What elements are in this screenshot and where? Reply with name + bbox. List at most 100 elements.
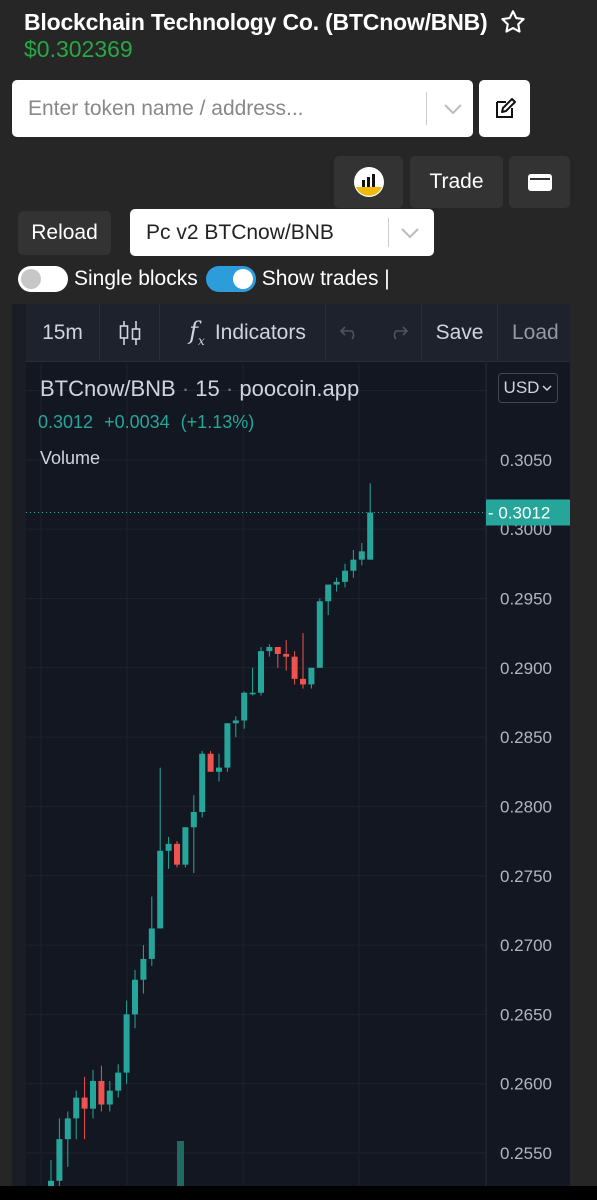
token-search[interactable] bbox=[12, 80, 473, 137]
show-trades-label: Show trades | bbox=[261, 267, 390, 290]
candle-body bbox=[216, 767, 222, 772]
candle-body bbox=[90, 1080, 96, 1109]
candlestick-chart[interactable]: 0.31000.30500.30000.29500.29000.28500.28… bbox=[26, 363, 570, 1186]
legend-change-pct: (+1.13%) bbox=[180, 412, 255, 432]
candle-body bbox=[283, 653, 290, 657]
candle-body bbox=[358, 551, 365, 560]
search-input[interactable] bbox=[12, 80, 412, 137]
chevron-down-icon bbox=[542, 385, 552, 392]
legend-last: 0.3012 bbox=[38, 412, 94, 432]
price-tick-label: 0.2650 bbox=[500, 1005, 552, 1024]
candle-body bbox=[148, 928, 155, 959]
show-trades-toggle[interactable] bbox=[205, 266, 256, 292]
price-tick-label: 0.2850 bbox=[500, 728, 552, 747]
pair-select-value: Pc v2 BTCnow/BNB bbox=[146, 221, 334, 244]
legend-volume: Volume bbox=[40, 448, 101, 468]
function-icon: fx bbox=[189, 317, 205, 348]
chevron-down-icon[interactable] bbox=[442, 99, 464, 119]
candle-body bbox=[325, 584, 332, 602]
chart-legend-symbol: BTCnow/BNB · 15 · poocoin.app bbox=[40, 376, 359, 402]
price-tick-label: 0.2950 bbox=[500, 589, 552, 608]
chart-legend-values: 0.3012 +0.0034 (+1.13%) bbox=[38, 412, 260, 433]
price-tick-label: 0.2700 bbox=[500, 936, 552, 955]
candle-body bbox=[350, 559, 357, 571]
candle-body bbox=[249, 692, 256, 695]
candle-body bbox=[199, 753, 206, 812]
price-tick-label: 0.2800 bbox=[500, 797, 552, 816]
candle-body bbox=[56, 1139, 63, 1181]
redo-button[interactable] bbox=[374, 303, 422, 362]
chart-background bbox=[26, 363, 570, 1186]
candle-body bbox=[333, 581, 340, 585]
chart-toolbar: 15m fx Indicators Save Load bbox=[26, 303, 570, 362]
candle-body bbox=[224, 723, 231, 768]
toggle-knob bbox=[232, 269, 253, 289]
candle-body bbox=[140, 958, 147, 980]
candle-body bbox=[182, 827, 189, 865]
candles-icon bbox=[119, 320, 140, 345]
divider bbox=[426, 92, 427, 125]
trade-button[interactable]: Trade bbox=[410, 156, 503, 208]
toggle-row: Single blocks Show trades | bbox=[18, 266, 398, 292]
chevron-down-icon[interactable] bbox=[398, 223, 422, 243]
save-button[interactable]: Save bbox=[422, 303, 498, 362]
legend-symbol: BTCnow/BNB bbox=[40, 376, 176, 401]
legend-interval: 15 bbox=[195, 376, 220, 401]
candle-body bbox=[157, 850, 164, 929]
wallet-button[interactable] bbox=[509, 156, 570, 208]
interval-button[interactable]: 15m bbox=[26, 303, 100, 362]
legend-dot: · bbox=[225, 376, 240, 401]
divider bbox=[388, 218, 389, 247]
toggle-knob bbox=[21, 269, 41, 289]
candle-body bbox=[174, 843, 180, 865]
chart-type-button[interactable] bbox=[100, 303, 160, 362]
candle-body bbox=[266, 646, 273, 652]
single-blocks-toggle[interactable] bbox=[18, 266, 68, 292]
legend-source: poocoin.app bbox=[239, 376, 360, 401]
last-price-text: - 0.3012 bbox=[488, 504, 550, 523]
indicators-button[interactable]: fx Indicators bbox=[160, 303, 326, 362]
price-tick-label: 0.3050 bbox=[500, 451, 552, 470]
system-bottom-bar bbox=[0, 1186, 597, 1200]
candle-body bbox=[81, 1097, 88, 1109]
price-tick-label: 0.2600 bbox=[500, 1075, 552, 1094]
candle-body bbox=[258, 651, 264, 693]
reload-button[interactable]: Reload bbox=[18, 211, 111, 255]
candle-body bbox=[308, 667, 315, 685]
indicators-label: Indicators bbox=[214, 320, 306, 344]
price-tick-label: 0.2750 bbox=[500, 867, 552, 886]
legend-change: +0.0034 bbox=[104, 412, 170, 432]
candle-body bbox=[274, 646, 281, 654]
title-row: Blockchain Technology Co. (BTCnow/BNB) bbox=[24, 8, 527, 36]
candle-body bbox=[115, 1072, 122, 1091]
candle-body bbox=[106, 1090, 113, 1105]
candle-body bbox=[300, 678, 306, 685]
candle-body bbox=[241, 692, 248, 721]
chart-left-strip bbox=[12, 304, 26, 1200]
single-blocks-label: Single blocks bbox=[74, 267, 198, 290]
candle-body bbox=[232, 720, 239, 724]
last-price-label: - 0.3012 bbox=[486, 499, 570, 526]
edit-button[interactable] bbox=[479, 80, 530, 137]
edit-icon bbox=[495, 97, 516, 118]
volume-bar bbox=[177, 1141, 184, 1186]
undo-button[interactable] bbox=[326, 304, 374, 362]
candle-body bbox=[207, 753, 214, 772]
page-title: Blockchain Technology Co. (BTCnow/BNB) bbox=[24, 8, 488, 35]
poocoin-logo-icon bbox=[353, 167, 384, 197]
chart-source-button[interactable] bbox=[334, 156, 403, 208]
candle-body bbox=[123, 1014, 130, 1073]
candle-body bbox=[342, 570, 348, 582]
currency-select[interactable]: USD bbox=[498, 373, 558, 403]
candle-body bbox=[73, 1097, 80, 1119]
pair-select[interactable]: Pc v2 BTCnow/BNB bbox=[130, 209, 434, 256]
candle-body bbox=[367, 512, 374, 560]
candle-body bbox=[190, 811, 197, 828]
candle-body bbox=[316, 601, 323, 668]
star-icon[interactable] bbox=[499, 8, 527, 36]
price-tick-label: 0.2550 bbox=[500, 1144, 552, 1163]
currency-label: USD bbox=[503, 378, 540, 397]
undo-icon bbox=[339, 325, 355, 340]
candle-body bbox=[98, 1080, 105, 1105]
load-button[interactable]: Load bbox=[498, 304, 570, 362]
